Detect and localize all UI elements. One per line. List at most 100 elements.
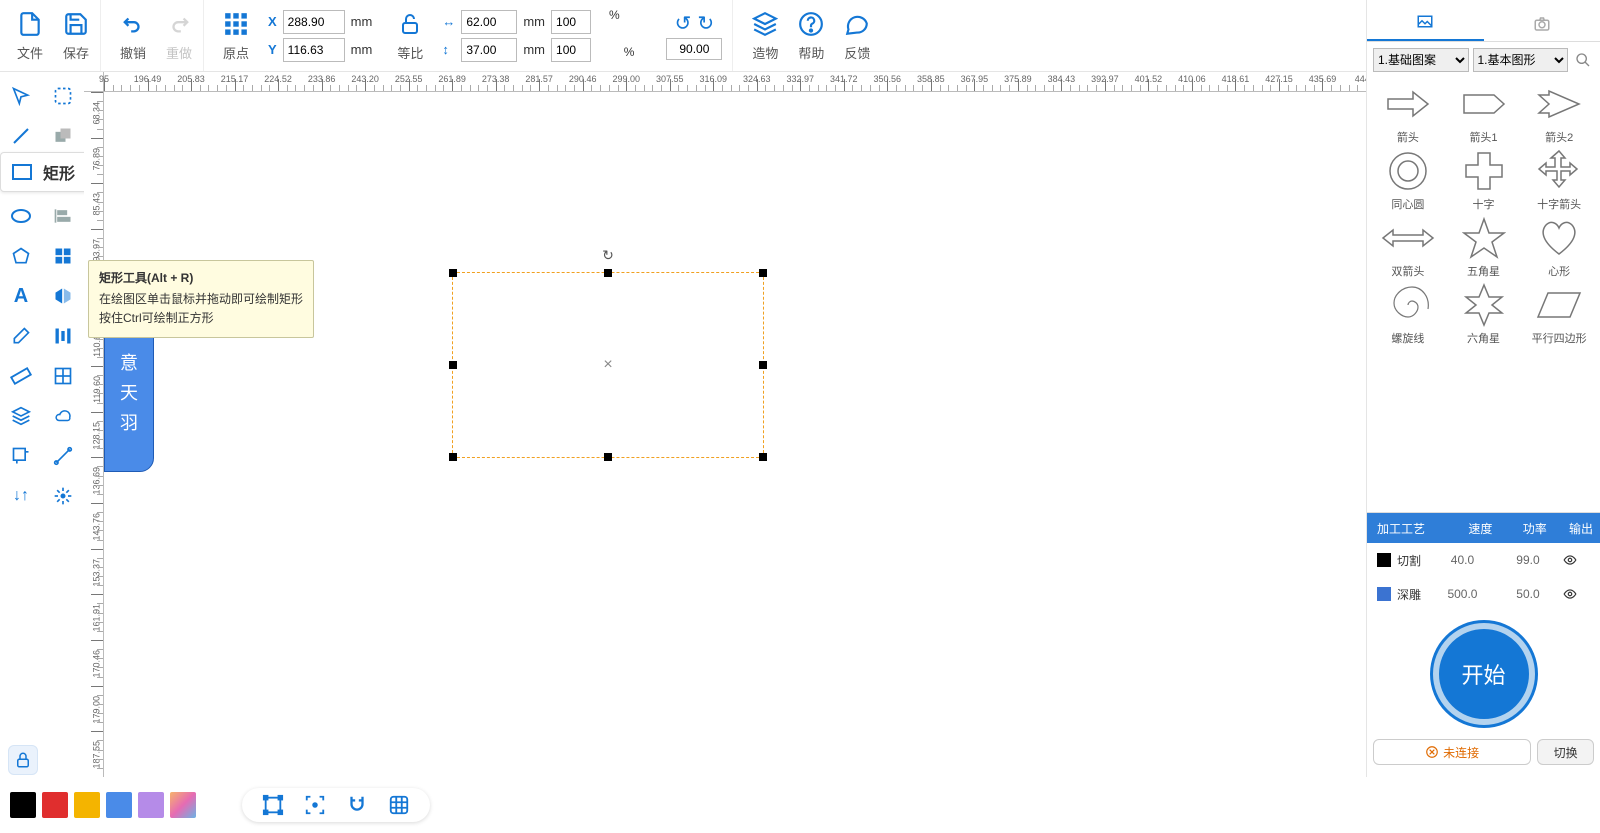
- tab-shapes[interactable]: [1367, 6, 1484, 41]
- shape-十字箭头[interactable]: 十字箭头: [1526, 149, 1592, 212]
- resize-handle-br[interactable]: [759, 453, 767, 461]
- color-swatch-0[interactable]: [10, 792, 36, 818]
- shape-心形[interactable]: 心形: [1526, 216, 1592, 279]
- magnet-tool[interactable]: [346, 794, 368, 816]
- x-input[interactable]: [283, 10, 345, 34]
- ruler-h-label: 350.56: [874, 74, 902, 84]
- width-input[interactable]: [461, 10, 517, 34]
- mirror-tool[interactable]: [42, 276, 84, 316]
- bottom-bar: [0, 777, 1366, 833]
- rotate-cw-icon[interactable]: ↻: [697, 11, 714, 36]
- shape-螺旋线[interactable]: 螺旋线: [1375, 283, 1441, 346]
- shape-六角星[interactable]: 六角星: [1451, 283, 1517, 346]
- ruler-v-label: 93.97: [92, 239, 102, 262]
- redo-button[interactable]: 重做: [165, 10, 193, 62]
- focus-tool[interactable]: [304, 794, 326, 816]
- shape-同心圆[interactable]: 同心圆: [1375, 149, 1441, 212]
- resize-handle-b[interactable]: [604, 453, 612, 461]
- tab-camera[interactable]: [1484, 6, 1600, 41]
- height-input[interactable]: [461, 38, 517, 62]
- ruler-v-label: 153.37: [92, 559, 102, 587]
- grid-tool[interactable]: [42, 236, 84, 276]
- ruler-tool[interactable]: [0, 356, 42, 396]
- lock-button[interactable]: [8, 745, 38, 775]
- search-button[interactable]: [1572, 49, 1594, 71]
- start-button[interactable]: 开始: [1433, 623, 1535, 725]
- resize-handle-r[interactable]: [759, 361, 767, 369]
- selection-rectangle[interactable]: ↻ ×: [452, 272, 764, 458]
- make-button[interactable]: 造物: [751, 10, 779, 62]
- ruler-h-label: 205.83: [177, 74, 205, 84]
- color-swatch-1[interactable]: [42, 792, 68, 818]
- color-swatch-3[interactable]: [106, 792, 132, 818]
- help-icon: [797, 10, 825, 38]
- distribute-tool[interactable]: [42, 316, 84, 356]
- undo-button[interactable]: 撤销: [119, 10, 147, 62]
- rotate-ccw-icon[interactable]: ↺: [675, 11, 692, 36]
- rectangle-icon: [11, 163, 33, 181]
- shape-十字[interactable]: 十字: [1451, 149, 1517, 212]
- select-tool[interactable]: [0, 76, 42, 116]
- save-button[interactable]: 保存: [62, 10, 90, 62]
- stack-tool[interactable]: [0, 396, 42, 436]
- array-tool[interactable]: [42, 356, 84, 396]
- origin-button[interactable]: 原点: [222, 10, 250, 62]
- shape-五角星[interactable]: 五角星: [1451, 216, 1517, 279]
- color-swatch-4[interactable]: [138, 792, 164, 818]
- line-tool[interactable]: [0, 116, 42, 156]
- connection-status[interactable]: 未连接: [1373, 739, 1531, 765]
- shape-thumb-icon: [1455, 216, 1513, 260]
- process-name: 切割: [1397, 552, 1430, 569]
- switch-button[interactable]: 切换: [1537, 739, 1594, 765]
- shape-subcategory-select[interactable]: 1.基本图形: [1473, 48, 1569, 72]
- text-tool[interactable]: A: [0, 276, 42, 316]
- shape-thumb-icon: [1379, 216, 1437, 260]
- color-swatch-5[interactable]: [170, 792, 196, 818]
- ruler-h-label: 427.15: [1265, 74, 1293, 84]
- process-row[interactable]: 切割40.099.0: [1367, 543, 1600, 577]
- rotation-handle-icon[interactable]: ↻: [602, 247, 614, 264]
- resize-handle-l[interactable]: [449, 361, 457, 369]
- shape-category-select[interactable]: 1.基础图案: [1373, 48, 1469, 72]
- process-panel: 加工工艺 速度 功率 输出 切割40.099.0深雕500.050.0 开始 未…: [1367, 512, 1600, 777]
- shape-双箭头[interactable]: 双箭头: [1375, 216, 1441, 279]
- rotation-input[interactable]: [666, 38, 722, 60]
- color-swatch-2[interactable]: [74, 792, 100, 818]
- grid-snap-tool[interactable]: [388, 794, 410, 816]
- shape-箭头[interactable]: 箭头: [1375, 82, 1441, 145]
- resize-handle-bl[interactable]: [449, 453, 457, 461]
- cloud-tool[interactable]: [42, 396, 84, 436]
- resize-handle-t[interactable]: [604, 269, 612, 277]
- eraser-tool[interactable]: [0, 316, 42, 356]
- y-input[interactable]: [283, 38, 345, 62]
- path-tool[interactable]: [42, 436, 84, 476]
- resize-handle-tl[interactable]: [449, 269, 457, 277]
- crop-tool[interactable]: [0, 436, 42, 476]
- duplicate-tool[interactable]: [42, 116, 84, 156]
- sort-tool[interactable]: ↓↑: [0, 476, 42, 516]
- height-pct-input[interactable]: [551, 38, 591, 62]
- canvas-stage[interactable]: 意天羽 ↻ ×: [104, 92, 1366, 777]
- color-swatch: [1377, 587, 1391, 601]
- file-button[interactable]: 文件: [16, 10, 44, 62]
- ratio-lock-button[interactable]: 等比: [396, 10, 424, 62]
- feedback-button[interactable]: 反馈: [843, 10, 871, 62]
- burst-tool[interactable]: [42, 476, 84, 516]
- save-icon: [62, 10, 90, 38]
- shape-箭头1[interactable]: 箭头1: [1451, 82, 1517, 145]
- shape-平行四边形[interactable]: 平行四边形: [1526, 283, 1592, 346]
- resize-handle-tr[interactable]: [759, 269, 767, 277]
- ruler-v-label: 179.00: [92, 696, 102, 724]
- visibility-toggle[interactable]: [1561, 553, 1600, 567]
- marquee-tool[interactable]: [42, 76, 84, 116]
- visibility-toggle[interactable]: [1561, 587, 1600, 601]
- ellipse-tool[interactable]: [0, 196, 42, 236]
- align-tool[interactable]: [42, 196, 84, 236]
- shape-箭头2[interactable]: 箭头2: [1526, 82, 1592, 145]
- width-pct-input[interactable]: [551, 10, 591, 34]
- ruler-h-label: 418.61: [1222, 74, 1250, 84]
- help-button[interactable]: 帮助: [797, 10, 825, 62]
- frame-tool[interactable]: [262, 794, 284, 816]
- process-row[interactable]: 深雕500.050.0: [1367, 577, 1600, 611]
- polygon-tool[interactable]: [0, 236, 42, 276]
